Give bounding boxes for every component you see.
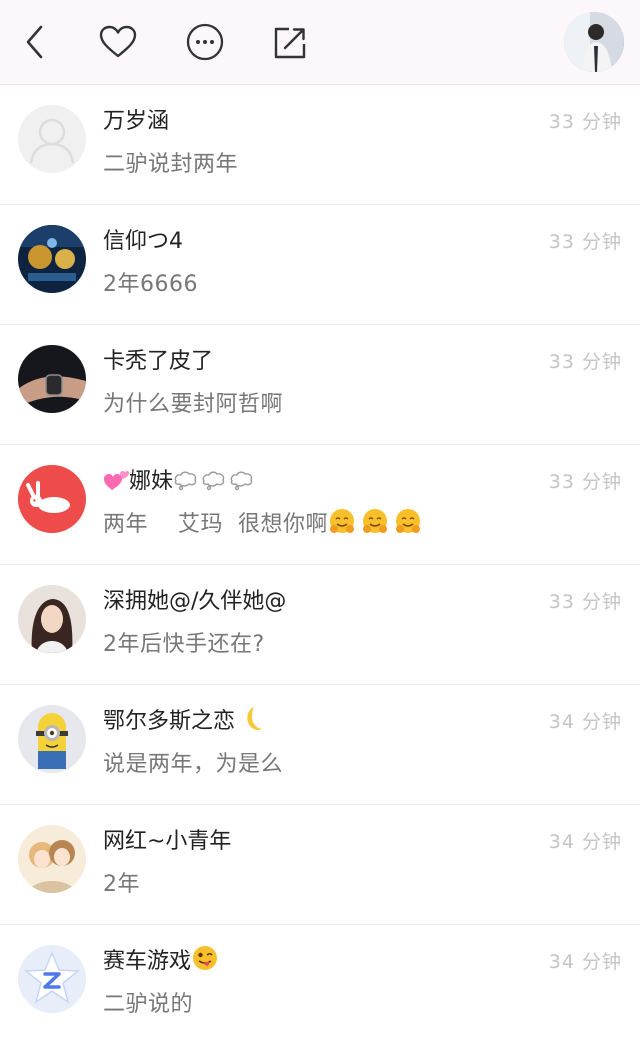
comment-row[interactable]: 娜妹 两年 艾玛 很想你啊 33 分钟 — [0, 445, 640, 565]
app-logo-z-icon — [18, 945, 86, 1013]
hugging-face-emoji — [329, 509, 420, 533]
avatar[interactable] — [18, 585, 86, 653]
woman-portrait — [18, 585, 86, 653]
comment-list: 万岁涵 二驴说封两年 33 分钟 信仰つ4 2年6666 33 分钟 卡秃了皮了… — [0, 85, 640, 1044]
commenter-name: 网红~小青年 — [103, 829, 232, 854]
top-bar — [0, 0, 640, 85]
comment-row[interactable]: 赛车游戏 二驴说的 34 分钟 — [0, 925, 640, 1044]
thought-bubble-emoji — [174, 471, 253, 491]
commenter-name: 万岁涵 — [103, 109, 170, 134]
comment-text: 2年 — [103, 872, 140, 897]
timestamp: 33 分钟 — [548, 231, 622, 253]
crescent-moon-emoji — [247, 707, 263, 730]
avatar[interactable] — [18, 225, 86, 293]
commenter-name: 赛车游戏 — [103, 943, 219, 975]
commenter-name: 信仰つ4 — [103, 229, 183, 254]
game-scene-image — [18, 225, 86, 293]
commenter-name: 卡秃了皮了 — [103, 349, 214, 374]
minion-image — [18, 705, 86, 773]
comment-text: 2年后快手还在? — [103, 632, 265, 657]
avatar[interactable] — [18, 945, 86, 1013]
comment-text: 2年6666 — [103, 272, 198, 297]
comment-text: 二驴说封两年 — [103, 152, 239, 177]
pink-hearts-emoji — [104, 471, 129, 490]
share-icon[interactable] — [268, 20, 312, 64]
comment-text: 两年 艾玛 很想你啊 — [103, 506, 424, 538]
comment-text: 二驴说的 — [103, 992, 194, 1017]
wristwatch-photo — [18, 345, 86, 413]
user-avatar[interactable] — [564, 12, 624, 72]
avatar[interactable] — [18, 825, 86, 893]
comment-row[interactable]: 万岁涵 二驴说封两年 33 分钟 — [0, 85, 640, 205]
comment-text-content: 两年 艾玛 很想你啊 — [103, 512, 328, 537]
timestamp: 34 分钟 — [548, 951, 622, 973]
more-icon[interactable] — [183, 20, 227, 64]
avatar[interactable] — [18, 345, 86, 413]
avatar[interactable] — [18, 705, 86, 773]
timestamp: 33 分钟 — [548, 111, 622, 133]
comment-row[interactable]: 网红~小青年 2年 34 分钟 — [0, 805, 640, 925]
commenter-name-text: 娜妹 — [129, 469, 174, 494]
back-chevron-icon[interactable] — [14, 20, 58, 64]
comment-row[interactable]: 卡秃了皮了 为什么要封阿哲啊 33 分钟 — [0, 325, 640, 445]
avatar[interactable] — [18, 105, 86, 173]
timestamp: 34 分钟 — [548, 711, 622, 733]
anime-couple-image — [18, 825, 86, 893]
avatar[interactable] — [18, 465, 86, 533]
commenter-name-text: 鄂尔多斯之恋 — [103, 709, 236, 734]
comment-text: 说是两年，为是么 — [103, 752, 284, 777]
white-rabbit-icon — [18, 465, 86, 533]
comment-row[interactable]: 信仰つ4 2年6666 33 分钟 — [0, 205, 640, 325]
comment-text: 为什么要封阿哲啊 — [103, 392, 284, 417]
default-person-icon — [18, 105, 86, 173]
timestamp: 33 分钟 — [548, 471, 622, 493]
comment-row[interactable]: 鄂尔多斯之恋 说是两年，为是么 34 分钟 — [0, 685, 640, 805]
timestamp: 34 分钟 — [548, 831, 622, 853]
commenter-name-text: 赛车游戏 — [103, 949, 192, 974]
timestamp: 33 分钟 — [548, 351, 622, 373]
commenter-name: 娜妹 — [103, 463, 257, 495]
heart-icon[interactable] — [96, 20, 140, 64]
timestamp: 33 分钟 — [548, 591, 622, 613]
comment-row[interactable]: 深拥她@/久伴她@ 2年后快手还在? 33 分钟 — [0, 565, 640, 685]
commenter-name: 鄂尔多斯之恋 — [103, 703, 264, 735]
commenter-name: 深拥她@/久伴她@ — [103, 589, 287, 614]
tongue-wink-emoji — [193, 946, 218, 970]
